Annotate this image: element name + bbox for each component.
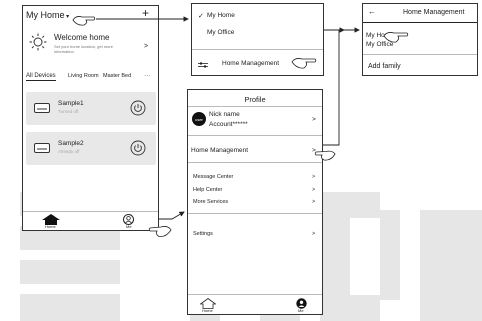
settings-chevron-icon[interactable]: > [312, 231, 315, 237]
nav-me-label[interactable]: Me [126, 224, 132, 229]
more-services-chevron-icon[interactable]: > [312, 199, 315, 205]
device-status: Already off [58, 149, 80, 154]
power-button-icon[interactable] [130, 100, 146, 116]
home-management-screen: ← Home Management My Home My Office Add … [362, 3, 478, 76]
menu-more-services[interactable]: More Services [193, 199, 228, 205]
air-conditioner-icon [34, 103, 50, 113]
power-button-icon[interactable] [130, 140, 146, 156]
home-selector[interactable]: My Home ▾ [26, 10, 69, 20]
air-conditioner-icon [34, 143, 50, 153]
device-name: Sample1 [58, 100, 84, 107]
dropdown-divider [192, 49, 323, 50]
tab-living-room[interactable]: Living Room [68, 73, 99, 79]
sun-icon [29, 33, 47, 51]
settings-sliders-icon [198, 62, 208, 68]
profile-divider [188, 135, 322, 136]
home-management-title: Home Management [403, 9, 465, 16]
back-arrow-icon[interactable]: ← [368, 7, 376, 16]
nav-home-label[interactable]: Home [202, 308, 213, 313]
add-family-button[interactable]: Add family [368, 63, 401, 70]
profile-title-divider [188, 106, 322, 107]
finger-tap-icon [383, 32, 409, 43]
dropdown-item-my-home[interactable]: My Home [207, 12, 235, 19]
profile-divider [188, 162, 322, 163]
add-icon[interactable]: + [142, 6, 149, 20]
nav-home-label[interactable]: Home [45, 224, 56, 229]
avatar: user [192, 112, 206, 126]
bottom-nav-divider [23, 211, 158, 212]
nav-me-label[interactable]: Me [298, 308, 304, 313]
tab-all-devices[interactable]: All Devices [26, 73, 56, 81]
dropdown-item-my-office[interactable]: My Office [207, 29, 234, 36]
chevron-down-icon: ▾ [64, 14, 70, 20]
profile-title: Profile [244, 95, 266, 104]
account-chevron-icon[interactable]: > [312, 116, 316, 123]
profile-screen: Profile user Nick name Account****** > H… [187, 89, 323, 315]
finger-tap-icon [148, 226, 172, 238]
svg-text:user: user [195, 117, 203, 122]
welcome-subtitle-line2: information [54, 49, 74, 54]
device-name: Sample2 [58, 140, 84, 147]
tabs-more-icon[interactable]: ··· [144, 72, 151, 79]
welcome-title: Welcome home [54, 33, 110, 42]
tab-master-bed[interactable]: Master Bed [103, 73, 131, 79]
device-card-1[interactable]: Sample1 Turned off [26, 92, 156, 125]
profile-home-management[interactable]: Home Management [191, 147, 248, 154]
home-management-divider [363, 22, 477, 23]
nick-name: Nick name [209, 111, 240, 118]
finger-tap-icon [72, 16, 96, 26]
dropdown-home-management[interactable]: Home Management [222, 60, 279, 67]
finger-tap-icon [314, 150, 336, 161]
welcome-chevron-icon[interactable]: > [144, 43, 148, 50]
arrow-profile-to-home-management [323, 27, 360, 146]
home-management-divider [363, 54, 477, 55]
device-status: Turned off [58, 109, 79, 114]
menu-message-center[interactable]: Message Center [193, 174, 233, 180]
home-selector-label: My Home [26, 10, 65, 20]
menu-help-center[interactable]: Help Center [193, 187, 222, 193]
home-screen: My Home ▾ + Welcome home Set your home l… [22, 5, 159, 231]
finger-tap-icon [291, 58, 317, 69]
help-center-chevron-icon[interactable]: > [312, 187, 315, 193]
check-icon: ✓ [198, 13, 204, 20]
account-name: Account****** [209, 121, 248, 128]
profile-divider [188, 213, 322, 214]
device-card-2[interactable]: Sample2 Already off [26, 132, 156, 165]
menu-settings[interactable]: Settings [193, 231, 213, 237]
bottom-nav-divider [188, 294, 322, 295]
message-center-chevron-icon[interactable]: > [312, 174, 315, 180]
